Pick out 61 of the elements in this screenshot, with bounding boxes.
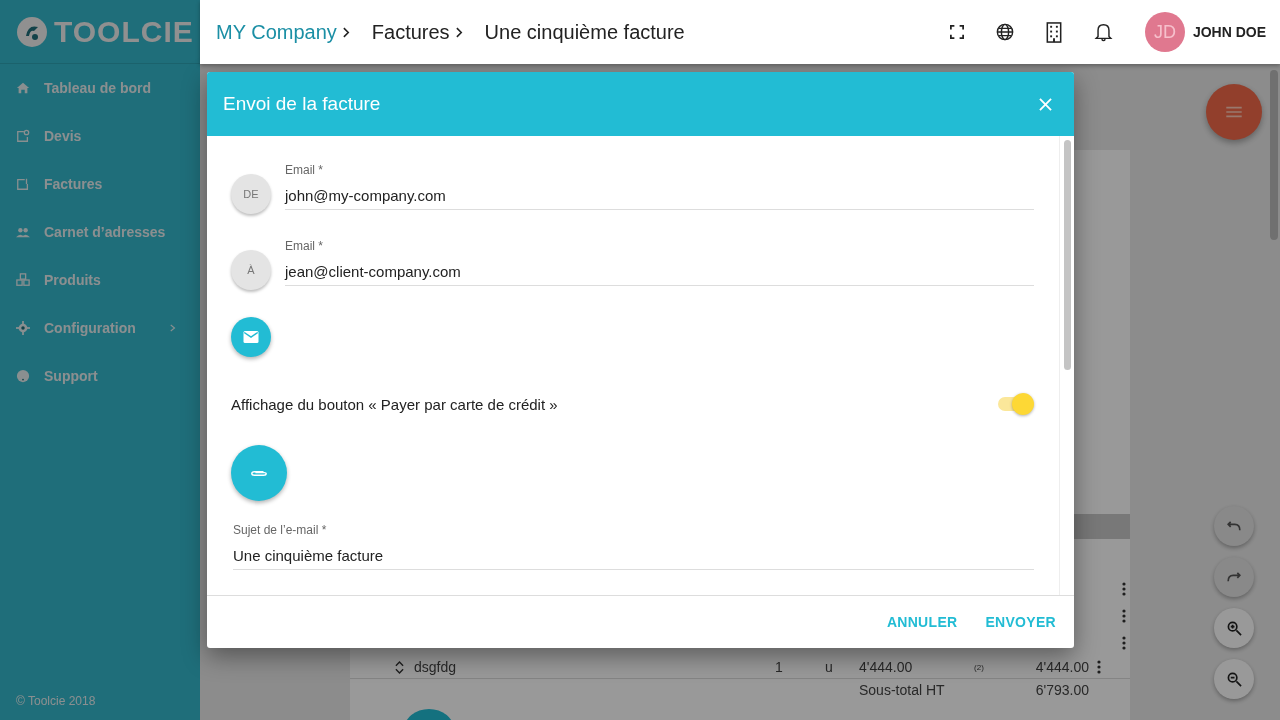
people-icon [16,225,30,239]
copyright: © Toolcie 2018 [15,694,97,710]
subtotal-label: Sous-total HT [859,682,946,699]
recipient-badge: DE [231,174,271,214]
building-icon[interactable] [1045,21,1062,43]
chevron-icon [455,26,463,38]
more-icon[interactable] [1122,635,1126,650]
table-cell-text: u [824,659,834,676]
table-cell-text: 4'444.00 [859,659,914,676]
dialog-title: Envoi de la facture [223,93,382,115]
user-name[interactable]: JOHN DOE [1192,24,1266,40]
envelope-icon [243,331,259,343]
more-icon[interactable] [1122,581,1126,596]
breadcrumb-item[interactable]: Une cinquième facture [484,20,685,44]
globe-icon[interactable] [995,23,1014,41]
table-cell-text: dsgfdg [414,659,458,676]
undo-icon [1227,521,1241,531]
zoom-out-button[interactable] [1214,659,1254,699]
sidebar-item[interactable]: Produits [0,256,200,304]
recipient-badge: À [231,250,271,290]
chevron-icon [342,26,350,38]
home-icon [16,81,30,95]
toggle-label: Affichage du bouton « Payer par carte de crédit » [231,395,558,413]
breadcrumb-item[interactable]: MY Company [216,20,337,44]
table-cell-text: 1 [774,659,784,676]
more-icon[interactable] [1097,660,1101,675]
brand-name: TOOLCIE [54,14,194,49]
table-cell-text: (2) [973,662,985,672]
send-button[interactable]: ENVOYER [975,606,1066,638]
scrollbar[interactable] [1270,70,1278,240]
quote-icon [16,129,30,143]
reorder-icon[interactable] [394,659,404,675]
email-field[interactable]: Email * jean@client-company.com [285,238,1034,286]
user-avatar[interactable]: JD [1144,12,1185,52]
logo-icon [16,15,48,48]
email-field[interactable]: Email * john@my-company.com [285,162,1034,210]
fullscreen-icon[interactable] [949,25,964,39]
paperclip-icon [250,468,268,478]
bell-icon[interactable] [1093,22,1113,42]
menu-icon [1225,106,1243,118]
subject-field[interactable]: Sujet de l’e-mail * Une cinquième facture [233,523,1034,570]
scrollbar[interactable] [1059,136,1074,595]
sidebar-item[interactable]: Tableau de bord [0,64,200,112]
sidebar-item[interactable]: Support [0,352,200,400]
zoom-out-icon [1226,671,1242,687]
boxes-icon [16,273,30,287]
more-icon[interactable] [1122,608,1126,623]
sidebar-item[interactable]: Carnet d’adresses [0,208,200,256]
sidebar-item[interactable]: Configuration [0,304,200,352]
sidebar-item[interactable]: Factures [0,160,200,208]
subtotal-value: 6'793.00 [1034,682,1089,699]
redo-icon [1227,572,1241,582]
help-icon [16,369,30,383]
zoom-in-button[interactable] [1214,608,1254,648]
sidebar-item[interactable]: Devis [0,112,200,160]
breadcrumb-item[interactable]: Factures [371,20,450,44]
table-cell-text: 4'444.00 [1034,659,1089,676]
zoom-in-icon [1226,620,1242,636]
invoice-icon [16,177,30,191]
cancel-button[interactable]: ANNULER [876,606,968,638]
gear-icon [16,321,30,335]
